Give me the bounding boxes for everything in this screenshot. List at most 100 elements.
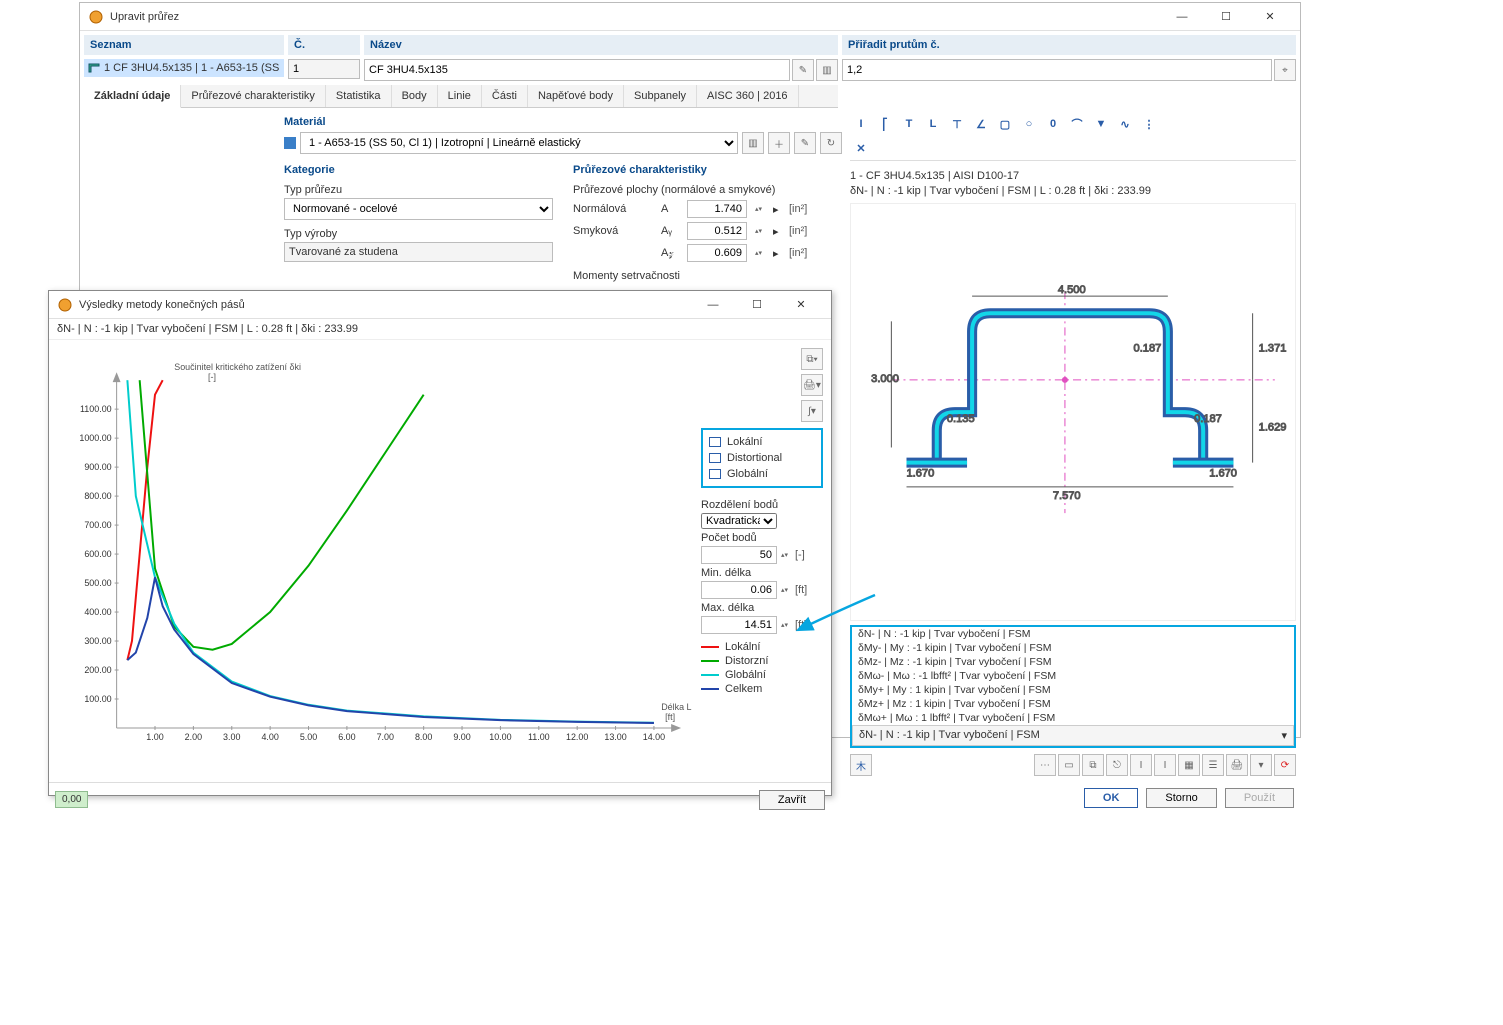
tb-icon[interactable]: ⎋: [1106, 754, 1128, 776]
svg-text:600.00: 600.00: [84, 549, 111, 559]
tab-subpanels[interactable]: Subpanely: [624, 85, 697, 107]
print-icon[interactable]: 🖨▾: [801, 374, 823, 396]
dist-select[interactable]: Kvadratická: [701, 513, 777, 529]
icon-rect[interactable]: ▢: [994, 114, 1016, 134]
val-Ay[interactable]: [687, 222, 747, 240]
fsm-results-icon[interactable]: ⽊: [850, 754, 872, 776]
section-list-item[interactable]: 1 CF 3HU4.5x135 | 1 - A653-15 (SS: [84, 59, 284, 77]
icon-more[interactable]: ⋮: [1138, 114, 1160, 134]
name-input[interactable]: [364, 59, 790, 81]
result-item[interactable]: δMy+ | My : 1 kipin | Tvar vybočení | FS…: [852, 683, 1294, 697]
result-item[interactable]: δMz+ | Mz : 1 kipin | Tvar vybočení | FS…: [852, 697, 1294, 711]
material-refresh-icon[interactable]: ↻: [820, 132, 842, 154]
tb-icon[interactable]: ▦: [1178, 754, 1200, 776]
maximize-button[interactable]: ☐: [1204, 3, 1248, 31]
svg-text:0.187: 0.187: [1134, 342, 1162, 354]
material-select[interactable]: 1 - A653-15 (SS 50, Cl 1) | Izotropní | …: [300, 132, 738, 154]
icon-T[interactable]: T: [898, 114, 920, 134]
number-input[interactable]: [288, 59, 360, 79]
print-icon[interactable]: 🖨: [1226, 754, 1248, 776]
maximize-button[interactable]: ☐: [735, 291, 779, 319]
tab-basic[interactable]: Základní údaje: [84, 85, 181, 108]
svg-text:1.629: 1.629: [1259, 421, 1287, 433]
material-lib-icon[interactable]: ▥: [742, 132, 764, 154]
svg-text:4.500: 4.500: [1058, 284, 1086, 296]
icon-angle[interactable]: ∠: [970, 114, 992, 134]
cancel-button[interactable]: Storno: [1146, 788, 1216, 808]
icon-wave[interactable]: ∿: [1114, 114, 1136, 134]
result-item[interactable]: δMz- | Mz : -1 kipin | Tvar vybočení | F…: [852, 655, 1294, 669]
spin-icon[interactable]: ▴▾: [755, 207, 765, 212]
material-label: Materiál: [284, 112, 842, 132]
plot-svg[interactable]: Součinitel kritického zatížení δki [-] 1…: [57, 348, 693, 782]
tb-icon[interactable]: I: [1130, 754, 1152, 776]
svg-text:300.00: 300.00: [84, 636, 111, 646]
svg-text:[ft]: [ft]: [665, 712, 675, 722]
result-item[interactable]: δMω+ | Mω : 1 lbfft² | Tvar vybočení | F…: [852, 711, 1294, 725]
icon-hat[interactable]: ⌒: [1066, 114, 1088, 134]
tb-icon[interactable]: ⧉: [1082, 754, 1104, 776]
tb-icon[interactable]: ▭: [1058, 754, 1080, 776]
material-color-icon: [284, 137, 296, 149]
icon-Tr[interactable]: ⊤: [946, 114, 968, 134]
minimize-button[interactable]: —: [691, 291, 735, 319]
spin-icon[interactable]: ▴▾: [781, 588, 791, 593]
assign-input[interactable]: [842, 59, 1272, 81]
apply-button[interactable]: Použít: [1225, 788, 1294, 808]
library-icon[interactable]: ▥: [816, 59, 838, 81]
spin-icon[interactable]: ▴▾: [781, 623, 791, 628]
svg-text:6.00: 6.00: [338, 732, 355, 742]
type-select[interactable]: Normované - ocelové: [284, 198, 553, 220]
maxlen-input[interactable]: [701, 616, 777, 634]
section-list-label: 1 CF 3HU4.5x135 | 1 - A653-15 (SS: [104, 62, 279, 74]
mode-global[interactable]: Globální: [709, 466, 815, 482]
refresh-icon[interactable]: ⟳: [1274, 754, 1296, 776]
tb-icon[interactable]: ☰: [1202, 754, 1224, 776]
tb-icon[interactable]: ⋯: [1034, 754, 1056, 776]
val-A[interactable]: [687, 200, 747, 218]
close-button[interactable]: Zavřít: [759, 790, 825, 810]
tb-icon[interactable]: ▾: [1250, 754, 1272, 776]
ok-button[interactable]: OK: [1084, 788, 1139, 808]
tab-stats[interactable]: Statistika: [326, 85, 392, 107]
spin-icon[interactable]: ▴▾: [781, 553, 791, 558]
val-Az[interactable]: [687, 244, 747, 262]
close-button[interactable]: ✕: [1248, 3, 1292, 31]
close-button[interactable]: ✕: [779, 291, 823, 319]
icon-circ[interactable]: ○: [1018, 114, 1040, 134]
result-select[interactable]: δN- | N : -1 kip | Tvar vybočení | FSM▾: [852, 725, 1294, 746]
svg-text:1.670: 1.670: [907, 467, 935, 479]
tb-icon[interactable]: I: [1154, 754, 1176, 776]
plot-opts-icon[interactable]: ⧉▾: [801, 348, 823, 370]
result-list[interactable]: δN- | N : -1 kip | Tvar vybočení | FSM δ…: [852, 627, 1294, 725]
mode-distortional[interactable]: Distortional: [709, 450, 815, 466]
result-item[interactable]: δMω- | Mω : -1 lbfft² | Tvar vybočení | …: [852, 669, 1294, 683]
icon-0[interactable]: 0: [1042, 114, 1064, 134]
spin-icon[interactable]: ▴▾: [755, 251, 765, 256]
result-item[interactable]: δMy- | My : -1 kipin | Tvar vybočení | F…: [852, 641, 1294, 655]
shape-icon[interactable]: ∫▾: [801, 400, 823, 422]
minlen-input[interactable]: [701, 581, 777, 599]
mode-local[interactable]: Lokální: [709, 434, 815, 450]
npoints-input[interactable]: [701, 546, 777, 564]
tab-stress[interactable]: Napěťové body: [528, 85, 624, 107]
icon-I[interactable]: I: [850, 114, 872, 134]
material-new-icon[interactable]: ＋: [768, 132, 790, 154]
icon-Ic[interactable]: ⎡: [874, 114, 896, 134]
tab-props[interactable]: Průřezové charakteristiky: [181, 85, 326, 107]
tab-aisc[interactable]: AISC 360 | 2016: [697, 85, 799, 107]
edit-comment-icon[interactable]: ✎: [792, 59, 814, 81]
material-edit-icon[interactable]: ✎: [794, 132, 816, 154]
spin-icon[interactable]: ▴▾: [755, 229, 765, 234]
tab-parts[interactable]: Části: [482, 85, 528, 107]
result-item[interactable]: δN- | N : -1 kip | Tvar vybočení | FSM: [852, 627, 1294, 641]
section-viewer[interactable]: 4.500 7.570 3.000 1.371 1.629 0.135 0.18…: [850, 203, 1296, 621]
tab-lines[interactable]: Linie: [438, 85, 482, 107]
icon-misc1[interactable]: ▼: [1090, 114, 1112, 134]
minimize-button[interactable]: —: [1160, 3, 1204, 31]
icon-x[interactable]: ✕: [850, 138, 872, 158]
icon-L[interactable]: L: [922, 114, 944, 134]
svg-text:5.00: 5.00: [300, 732, 317, 742]
tab-points[interactable]: Body: [392, 85, 438, 107]
pick-members-icon[interactable]: ⌖: [1274, 59, 1296, 81]
